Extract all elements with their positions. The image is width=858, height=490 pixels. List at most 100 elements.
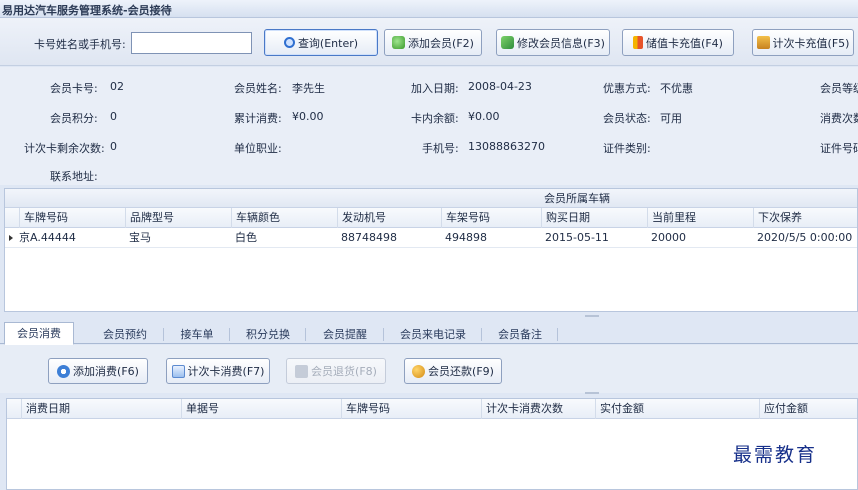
column-header[interactable]: 购买日期	[541, 208, 647, 228]
points-label: 会员积分:	[50, 112, 98, 125]
cell-plate: 京A.44444	[19, 231, 76, 244]
card-no-label: 会员卡号:	[50, 82, 98, 95]
tab-member-notes[interactable]: 会员备注	[482, 324, 558, 344]
column-header[interactable]: 车牌号码	[19, 208, 123, 228]
member-return-button[interactable]: 会员退货(F8)	[286, 358, 386, 384]
column-header[interactable]: 下次保养	[753, 208, 857, 228]
watermark-text: 最需教育	[733, 444, 818, 466]
balance-label: 卡内余额:	[411, 112, 459, 125]
tab-receive-order[interactable]: 接车单	[164, 324, 230, 344]
member-repay-button[interactable]: 会员还款(F9)	[404, 358, 502, 384]
cell-next-service: 2020/5/5 0:00:00	[757, 231, 853, 244]
query-button[interactable]: 查询(Enter)	[264, 29, 378, 56]
points-value: 0	[110, 110, 117, 123]
add-member-icon	[392, 36, 406, 49]
cell-color: 白色	[235, 231, 257, 244]
search-input[interactable]	[131, 32, 252, 54]
column-header[interactable]: 实付金额	[595, 399, 759, 419]
total-spent-label: 累计消费:	[234, 112, 282, 125]
consume-action-bar: 添加消费(F6) 计次卡消费(F7) 会员退货(F8) 会员还款(F9)	[0, 345, 858, 393]
edit-member-icon	[501, 36, 515, 49]
column-header[interactable]: 消费日期	[21, 399, 181, 419]
cell-purchase-date: 2015-05-11	[545, 231, 609, 244]
edit-member-label: 修改会员信息(F3)	[517, 36, 605, 50]
table-row[interactable]: 京A.44444 宝马 白色 88748498 494898 2015-05-1…	[5, 228, 857, 248]
vehicle-caption-text: 会员所属车辆	[544, 192, 610, 205]
column-header[interactable]: 单据号	[181, 399, 341, 419]
column-header[interactable]: 车辆颜色	[231, 208, 335, 228]
times-card-recharge-button[interactable]: 计次卡充值(F5)	[752, 29, 854, 56]
join-date-label: 加入日期:	[411, 82, 459, 95]
consume-grid-header: 消费日期 单据号 车牌号码 计次卡消费次数 实付金额 应付金额	[7, 399, 857, 419]
member-status-value: 可用	[660, 112, 682, 125]
discount-value: 不优惠	[660, 82, 693, 95]
phone-label: 手机号:	[422, 142, 459, 155]
add-member-button[interactable]: 添加会员(F2)	[384, 29, 482, 56]
tab-label: 会员来电记录	[400, 328, 466, 341]
tab-call-records[interactable]: 会员来电记录	[384, 324, 482, 344]
column-header[interactable]: 车架号码	[441, 208, 543, 228]
tab-points-exchange[interactable]: 积分兑换	[230, 324, 306, 344]
times-consume-button[interactable]: 计次卡消费(F7)	[166, 358, 270, 384]
window-title: 易用达汽车服务管理系统-会员接待	[2, 4, 172, 17]
times-left-label: 计次卡剩余次数:	[24, 142, 105, 155]
id-no-label: 证件号码	[820, 142, 858, 155]
add-member-label: 添加会员(F2)	[408, 36, 474, 50]
phone-value: 13088863270	[468, 140, 545, 153]
splitter-grip[interactable]	[585, 392, 599, 394]
bottom-tabs: 会员消费 会员预约 接车单 积分兑换 会员提醒 会员来电记录 会员备注	[0, 320, 858, 345]
card-no-value: 02	[110, 80, 124, 93]
cell-engine-no: 88748498	[341, 231, 397, 244]
tab-member-consume[interactable]: 会员消费	[4, 322, 74, 345]
tab-label: 积分兑换	[246, 328, 290, 341]
vehicle-grid-caption: 会员所属车辆	[5, 189, 857, 208]
visit-count-label: 消费次数	[820, 112, 858, 125]
stored-value-label: 储值卡充值(F4)	[646, 36, 723, 50]
column-header[interactable]: 当前里程	[647, 208, 753, 228]
times-card-icon	[756, 36, 770, 49]
cell-frame-no: 494898	[445, 231, 487, 244]
total-spent-value: ¥0.00	[292, 110, 324, 123]
times-card-label: 计次卡充值(F5)	[772, 36, 850, 50]
wallet-icon	[633, 36, 644, 49]
edit-member-button[interactable]: 修改会员信息(F3)	[496, 29, 610, 56]
search-label: 卡号姓名或手机号:	[34, 38, 126, 51]
column-header[interactable]: 应付金额	[759, 399, 858, 419]
tab-member-booking[interactable]: 会员预约	[86, 324, 164, 344]
times-consume-label: 计次卡消费(F7)	[187, 365, 265, 378]
column-header[interactable]: 发动机号	[337, 208, 441, 228]
consume-grid: 消费日期 单据号 车牌号码 计次卡消费次数 实付金额 应付金额	[6, 398, 858, 490]
tab-label: 接车单	[180, 328, 214, 341]
vehicle-grid-header: 车牌号码 品牌型号 车辆颜色 发动机号 车架号码 购买日期 当前里程 下次保养	[5, 208, 857, 228]
column-header[interactable]: 车牌号码	[341, 399, 481, 419]
tab-label: 会员备注	[498, 328, 542, 341]
add-circle-icon	[57, 364, 71, 378]
tab-member-reminder[interactable]: 会员提醒	[306, 324, 384, 344]
member-status-label: 会员状态:	[603, 112, 651, 125]
add-consume-button[interactable]: 添加消费(F6)	[48, 358, 148, 384]
coins-icon	[412, 364, 426, 378]
times-left-value: 0	[110, 140, 117, 153]
query-button-label: 查询(Enter)	[297, 36, 359, 50]
column-header[interactable]: 品牌型号	[125, 208, 229, 228]
times-card-consume-icon	[171, 364, 185, 378]
search-icon	[283, 37, 295, 48]
column-header[interactable]: 计次卡消费次数	[481, 399, 597, 419]
member-info-panel: 会员卡号: 02 会员姓名: 李先生 加入日期: 2008-04-23 优惠方式…	[0, 67, 858, 185]
member-name-label: 会员姓名:	[234, 82, 282, 95]
title-bar: 易用达汽车服务管理系统-会员接待	[0, 0, 858, 18]
join-date-value: 2008-04-23	[468, 80, 532, 93]
member-repay-label: 会员还款(F9)	[428, 365, 494, 378]
balance-value: ¥0.00	[468, 110, 500, 123]
discount-label: 优惠方式:	[603, 82, 651, 95]
tab-label: 会员提醒	[323, 328, 367, 341]
member-return-label: 会员退货(F8)	[311, 365, 377, 378]
tab-label: 会员预约	[103, 328, 147, 341]
search-toolbar: 卡号姓名或手机号: 查询(Enter) 添加会员(F2) 修改会员信息(F3) …	[0, 18, 858, 66]
stored-value-recharge-button[interactable]: 储值卡充值(F4)	[622, 29, 734, 56]
member-level-label: 会员等级	[820, 82, 858, 95]
member-name-value: 李先生	[292, 82, 325, 95]
splitter-grip[interactable]	[585, 315, 599, 317]
cell-brand: 宝马	[129, 231, 151, 244]
return-icon	[295, 364, 309, 378]
